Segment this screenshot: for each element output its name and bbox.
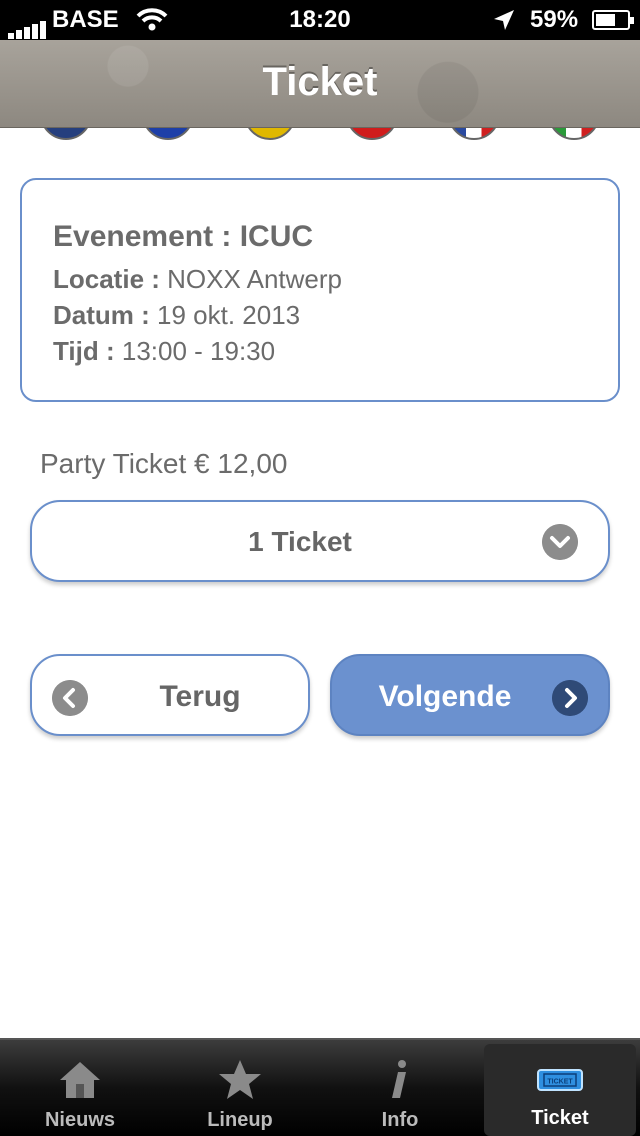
page-title: Ticket [262,60,378,104]
ticket-icon: TICKET [537,1069,583,1091]
back-button[interactable]: Terug [30,654,310,736]
ticket-quantity-value: 1 Ticket [248,526,352,557]
chevron-left-icon [52,680,88,716]
back-button-label: Terug [159,680,241,713]
tab-nieuws[interactable]: Nieuws [0,1040,160,1136]
event-date: Datum : 19 okt. 2013 [53,300,300,331]
battery-percent: 59% [530,6,579,33]
navigation-bar: Ticket [0,40,640,128]
tab-label-info: Info [381,1109,419,1131]
time-label: Tijd : [53,336,115,366]
svg-text:TICKET: TICKET [547,1079,573,1086]
tab-ticket[interactable]: TICKET Ticket [484,1044,636,1136]
date-label: Datum : [53,300,150,330]
location-value: NOXX Antwerp [167,264,343,294]
flag-uk-icon[interactable] [40,128,92,140]
location-label: Locatie : [53,264,160,294]
next-button[interactable]: Volgende [330,654,610,736]
event-time: Tijd : 13:00 - 19:30 [53,336,275,367]
tab-label-lineup: Lineup [207,1109,273,1131]
star-icon [219,1060,261,1099]
tab-label-nieuws: Nieuws [44,1109,116,1131]
tab-info[interactable]: Info [320,1040,480,1136]
house-icon [60,1062,100,1098]
next-button-label: Volgende [378,680,512,713]
flag-fr-icon[interactable] [448,128,500,140]
tab-lineup[interactable]: Lineup [160,1040,320,1136]
tab-label-ticket: Ticket [531,1107,589,1129]
ticket-quantity-select[interactable]: 1 Ticket [30,500,610,582]
language-flags [0,128,640,142]
ticket-price: Party Ticket € 12,00 [40,448,288,479]
location-arrow-icon [494,10,514,30]
chevron-right-icon [552,680,588,716]
flag-red-icon[interactable] [346,128,398,140]
date-value: 19 okt. 2013 [157,300,301,330]
battery-icon [592,10,634,30]
flag-eu-icon[interactable] [142,128,194,140]
flag-de-icon[interactable] [244,128,296,140]
event-title: Evenement : ICUC [53,220,314,253]
info-icon [392,1060,406,1098]
chevron-down-icon [542,524,578,560]
tab-bar: Nieuws Lineup Info TICKET Ticket [0,1038,640,1136]
event-location: Locatie : NOXX Antwerp [53,264,342,295]
time-value: 13:00 - 19:30 [121,336,276,366]
flag-it-icon[interactable] [548,128,600,140]
status-bar: BASE 18:20 59% [0,0,640,40]
event-info-card: Evenement : ICUC Locatie : NOXX Antwerp … [20,178,620,402]
